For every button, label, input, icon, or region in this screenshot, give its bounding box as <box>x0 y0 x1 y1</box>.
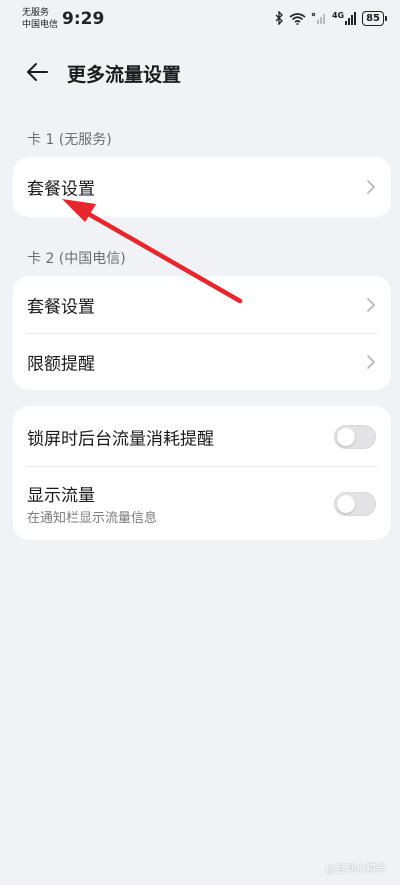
carrier-line2: 中国电信 <box>22 20 59 30</box>
card2-plan-settings-row[interactable]: 套餐设置 <box>13 276 391 334</box>
signal-4g-icon: 4G <box>331 10 357 25</box>
toggles-group: 锁屏时后台流量消耗提醒 显示流量 在通知栏显示流量信息 <box>13 406 391 540</box>
signal-off-icon <box>311 12 325 24</box>
toggle-knob <box>337 494 355 513</box>
section-label-card1: 卡 1 (无服务) <box>27 132 112 148</box>
section-label-card2: 卡 2 (中国电信) <box>27 251 126 267</box>
wifi-icon <box>289 12 306 25</box>
row-label: 限额提醒 <box>27 354 95 375</box>
chevron-right-icon <box>367 180 375 194</box>
row-label: 套餐设置 <box>27 297 95 318</box>
status-icons: 4G 85 <box>275 10 387 26</box>
signal-bars-icon <box>345 11 357 25</box>
card1-group: 套餐设置 <box>13 157 391 217</box>
page-header: 更多流量设置 <box>0 52 400 92</box>
battery-tip <box>385 15 387 21</box>
row-subtitle: 在通知栏显示流量信息 <box>27 511 158 526</box>
battery-icon: 85 <box>362 10 387 26</box>
status-bar: 无服务 中国电信 9:29 4G 85 <box>0 0 400 40</box>
signal-4g-label: 4G <box>331 10 345 20</box>
row-title: 显示流量 <box>27 486 95 506</box>
card1-plan-settings-row[interactable]: 套餐设置 <box>13 157 391 217</box>
watermark: @互动小精丰 <box>326 864 386 875</box>
back-button[interactable] <box>22 58 52 86</box>
battery-level: 85 <box>366 12 380 24</box>
page-title: 更多流量设置 <box>67 64 182 86</box>
carrier-line1: 无服务 <box>22 8 50 18</box>
card2-limit-reminder-row[interactable]: 限额提醒 <box>13 334 391 390</box>
show-data-usage-toggle[interactable] <box>334 491 376 516</box>
show-data-usage-row[interactable]: 显示流量 在通知栏显示流量信息 <box>13 467 391 540</box>
carrier-info: 无服务 中国电信 <box>22 7 58 31</box>
back-arrow-icon <box>27 63 48 81</box>
chevron-right-icon <box>367 298 375 312</box>
row-label: 套餐设置 <box>27 179 95 200</box>
lockscreen-data-reminder-toggle[interactable] <box>334 424 376 449</box>
bluetooth-icon <box>275 11 283 25</box>
toggle-knob <box>337 427 355 446</box>
row-label: 锁屏时后台流量消耗提醒 <box>27 429 214 449</box>
chevron-right-icon <box>367 355 375 369</box>
card2-group: 套餐设置 限额提醒 <box>13 276 391 390</box>
lockscreen-data-reminder-row[interactable]: 锁屏时后台流量消耗提醒 <box>13 406 391 467</box>
status-time: 9:29 <box>62 9 105 29</box>
